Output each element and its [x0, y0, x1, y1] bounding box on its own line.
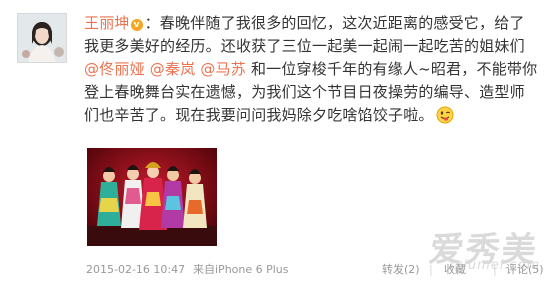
- favorite-button[interactable]: 收藏: [444, 262, 466, 278]
- avatar[interactable]: [17, 13, 67, 63]
- post-source[interactable]: 来自iPhone 6 Plus: [193, 262, 289, 278]
- post-text-part: ：春晚伴随了我很多的回忆，这次近距离的感受它，给了我更多美好的经历。还收获了三位…: [84, 14, 525, 55]
- footer-separator: |: [493, 263, 497, 276]
- mention-link[interactable]: @马苏: [200, 60, 246, 78]
- mention-link[interactable]: @秦岚: [150, 60, 196, 78]
- forward-button[interactable]: 转发(2): [382, 262, 420, 278]
- wink-tongue-emoji-icon: [436, 106, 454, 124]
- author-name[interactable]: 王丽坤: [84, 14, 130, 32]
- post-image[interactable]: [87, 148, 217, 246]
- verified-badge-icon: v: [130, 19, 143, 31]
- post-time[interactable]: 2015-02-16 10:47: [86, 262, 185, 278]
- stage-performance-photo: [87, 148, 217, 246]
- post-text: 王丽坤 v ：春晚伴随了我很多的回忆，这次近距离的感受它，给了我更多美好的经历。还收…: [84, 12, 539, 127]
- avatar-photo: [18, 14, 66, 62]
- footer-separator: |: [429, 263, 433, 276]
- comment-button[interactable]: 评论(5): [506, 262, 544, 278]
- mention-link[interactable]: @佟丽娅: [84, 60, 145, 78]
- post-footer: 2015-02-16 10:47 来自iPhone 6 Plus 转发(2) |…: [86, 262, 544, 278]
